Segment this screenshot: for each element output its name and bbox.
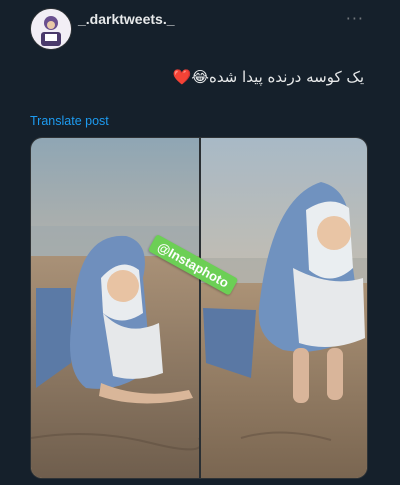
author-username[interactable]: _.darktweets._ (78, 11, 175, 27)
author-avatar[interactable] (30, 8, 72, 50)
shark-costume-photo (31, 138, 367, 478)
more-horizontal-icon[interactable]: ··· (346, 9, 364, 28)
cartoon-avatar-icon (31, 9, 71, 49)
post-text: یک کوسه درنده پیدا شده😂❤️ (172, 68, 364, 86)
post-media[interactable]: @Instaphoto (30, 137, 368, 479)
translate-post-link[interactable]: Translate post (30, 114, 109, 128)
